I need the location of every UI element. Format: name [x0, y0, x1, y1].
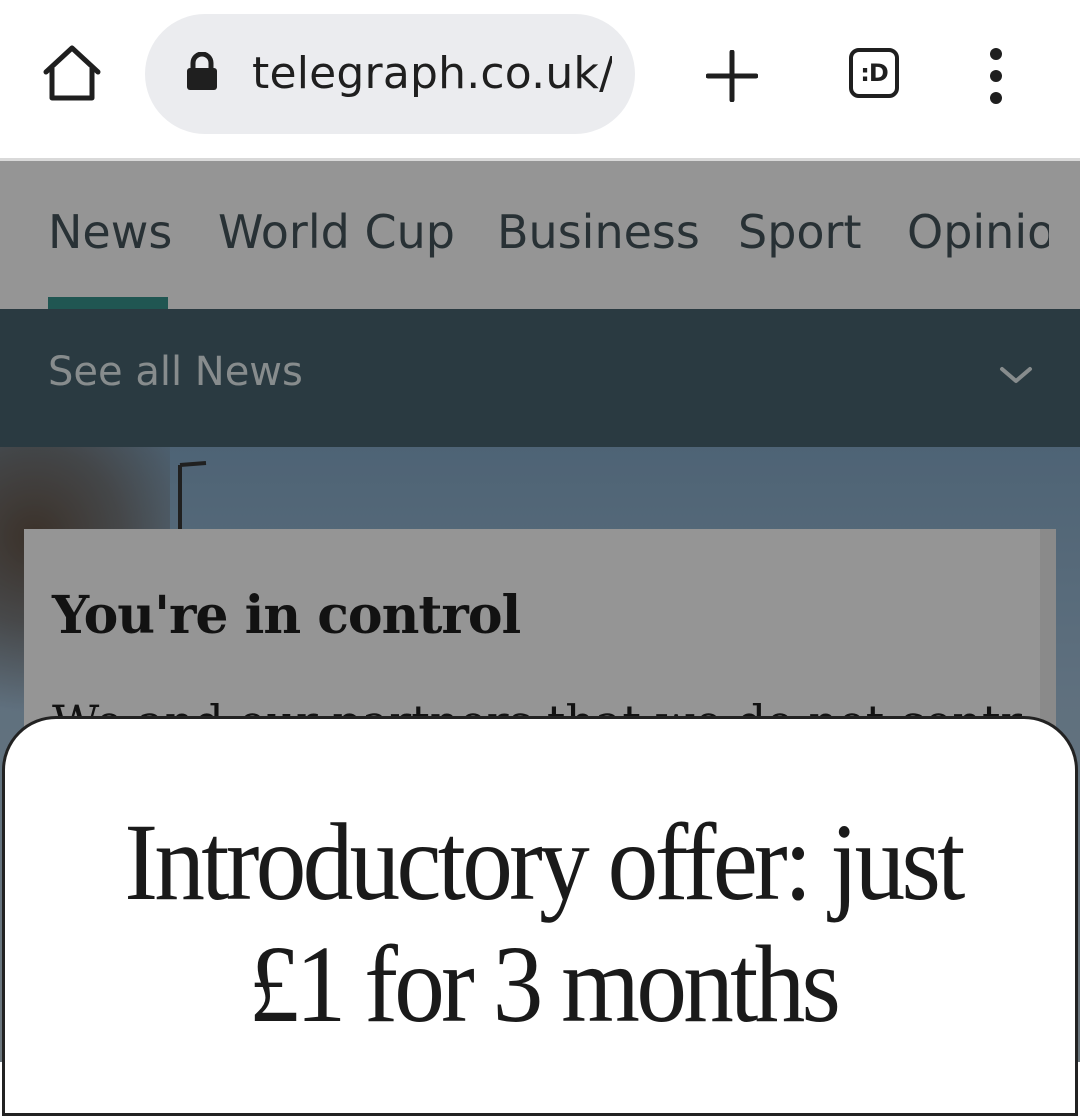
lock-icon [185, 51, 219, 92]
tab-switcher-button[interactable]: :D [849, 48, 899, 98]
offer-headline-line-1: Introductory offer: just [124, 801, 965, 923]
offer-sheet: Introductory offer: just £1 for 3 months [2, 716, 1078, 1116]
offer-headline: Introductory offer: just £1 for 3 months [85, 801, 1001, 1045]
offer-headline-line-2: £1 for 3 months [248, 923, 841, 1045]
new-tab-plus-icon[interactable] [705, 49, 759, 103]
browser-toolbar: telegraph.co.uk/r :D [0, 0, 1080, 161]
home-icon[interactable] [40, 44, 104, 104]
url-text[interactable]: telegraph.co.uk/r [252, 48, 612, 99]
address-bar[interactable]: telegraph.co.uk/r [145, 14, 635, 134]
overflow-menu-icon[interactable] [980, 46, 1012, 106]
